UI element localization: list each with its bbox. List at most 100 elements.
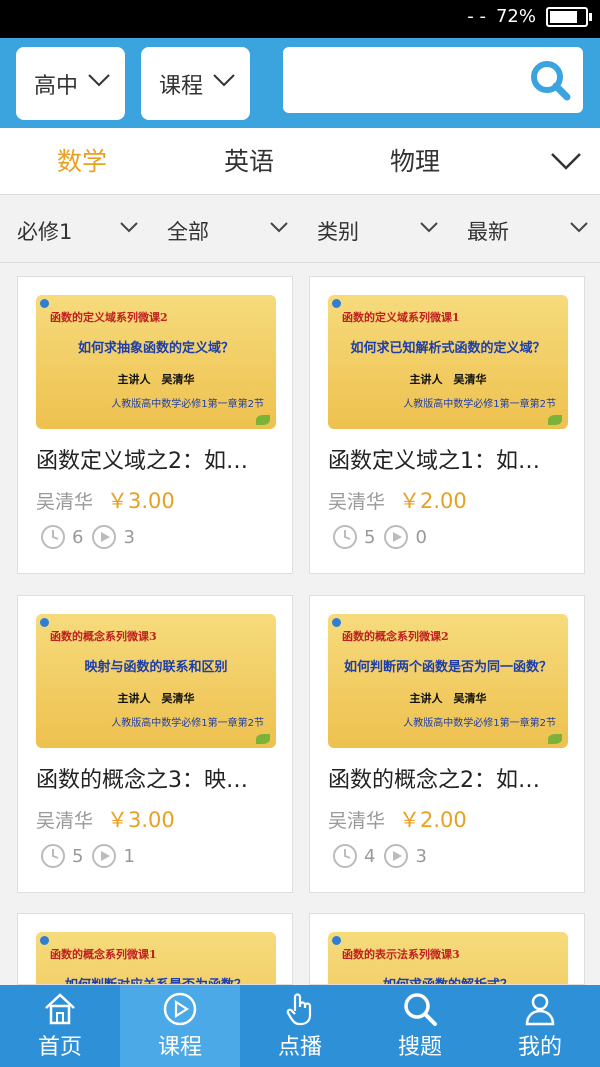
filter-sort[interactable]: 最新 bbox=[467, 216, 509, 246]
course-card[interactable]: 函数的概念系列微课2 如何判断两个函数是否为同一函数？ 主讲人 吴清华 人教版高… bbox=[309, 595, 585, 893]
thumbnail-title: 如何判断两个函数是否为同一函数？ bbox=[343, 660, 552, 675]
tab-search-questions-label: 搜题 bbox=[397, 1035, 442, 1060]
course-thumbnail: 函数的概念系列微课2 如何判断两个函数是否为同一函数？ 主讲人 吴清华 人教版高… bbox=[328, 614, 568, 748]
filter-bar: 必修1 全部 类别 最新 bbox=[0, 196, 600, 263]
chevron-down-icon[interactable] bbox=[120, 222, 138, 233]
thumbnail-title: 如何求抽象函数的定义域？ bbox=[77, 341, 234, 356]
search-icon bbox=[404, 993, 437, 1026]
level-select-value: 高中 bbox=[34, 73, 79, 99]
logo-icon bbox=[40, 618, 49, 627]
course-stats: 6 3 bbox=[40, 524, 143, 550]
tab-home-label: 首页 bbox=[37, 1035, 82, 1060]
thumbnail-lecturer: 主讲人 吴清华 bbox=[117, 373, 195, 386]
course-name: 函数定义域之2：如… bbox=[36, 449, 248, 474]
course-stats: 4 3 bbox=[332, 843, 435, 869]
course-thumbnail: 函数的概念系列微课1 如何判断对应关系是否为函数？ bbox=[36, 932, 276, 984]
course-plays: 1 bbox=[123, 845, 135, 867]
course-thumbnail: 函数的定义域系列微课1 如何求已知解析式函数的定义域？ 主讲人 吴清华 人教版高… bbox=[328, 295, 568, 429]
tab-math[interactable]: 数学 bbox=[57, 142, 107, 178]
leaf-icon bbox=[548, 734, 562, 744]
course-plays: 3 bbox=[123, 526, 135, 548]
level-select[interactable]: 高中 bbox=[16, 47, 125, 120]
chevron-down-icon[interactable] bbox=[570, 222, 588, 233]
search-input[interactable] bbox=[283, 47, 583, 113]
chevron-down-icon[interactable] bbox=[420, 222, 438, 233]
search-icon[interactable] bbox=[529, 59, 571, 101]
course-author: 吴清华 bbox=[328, 491, 386, 513]
logo-icon bbox=[332, 299, 341, 308]
tab-physics[interactable]: 物理 bbox=[390, 142, 440, 178]
leaf-icon bbox=[256, 415, 270, 425]
thumbnail-series: 函数的概念系列微课2 bbox=[342, 630, 449, 643]
thumbnail-book: 人教版高中数学必修1第一章第2节 bbox=[403, 718, 556, 729]
course-price: ￥2.00 bbox=[399, 489, 467, 513]
course-name: 函数定义域之1：如… bbox=[328, 449, 540, 474]
battery-icon bbox=[546, 6, 592, 27]
play-icon bbox=[92, 525, 117, 549]
play-circle-icon bbox=[163, 992, 197, 1026]
chevron-down-icon[interactable] bbox=[270, 222, 288, 233]
play-icon bbox=[92, 844, 117, 868]
tab-courses[interactable]: 课程 bbox=[120, 985, 240, 1067]
thumbnail-series: 函数的定义域系列微课2 bbox=[50, 311, 168, 324]
course-card[interactable]: 函数的概念系列微课3 映射与函数的联系和区别 主讲人 吴清华 人教版高中数学必修… bbox=[17, 595, 293, 893]
clock-icon bbox=[41, 844, 65, 868]
thumbnail-series: 函数的定义域系列微课1 bbox=[342, 311, 460, 324]
course-duration: 6 bbox=[72, 526, 84, 548]
course-author: 吴清华 bbox=[36, 810, 94, 832]
status-bar: - - 72% bbox=[0, 0, 600, 38]
course-thumbnail: 函数的定义域系列微课2 如何求抽象函数的定义域？ 主讲人 吴清华 人教版高中数学… bbox=[36, 295, 276, 429]
course-author: 吴清华 bbox=[36, 491, 94, 513]
bottom-tab-bar: 首页 课程 点播 搜题 我的 bbox=[0, 985, 600, 1067]
course-price: ￥3.00 bbox=[107, 808, 175, 832]
tab-courses-label: 课程 bbox=[157, 1035, 202, 1060]
type-select[interactable]: 课程 bbox=[141, 47, 250, 120]
course-card[interactable]: 函数的定义域系列微课1 如何求已知解析式函数的定义域？ 主讲人 吴清华 人教版高… bbox=[309, 276, 585, 574]
user-icon bbox=[525, 993, 555, 1026]
course-duration: 4 bbox=[364, 845, 376, 867]
course-name: 函数的概念之3：映… bbox=[36, 768, 248, 793]
chevron-down-icon bbox=[88, 74, 110, 87]
thumbnail-lecturer: 主讲人 吴清华 bbox=[117, 692, 195, 705]
course-stats: 5 0 bbox=[332, 524, 435, 550]
signal-indicator: - - bbox=[467, 6, 486, 27]
thumbnail-series: 函数的概念系列微课1 bbox=[50, 948, 157, 961]
leaf-icon bbox=[256, 734, 270, 744]
play-icon bbox=[384, 844, 409, 868]
expand-subjects-icon[interactable] bbox=[550, 152, 582, 170]
thumbnail-title: 如何求函数的解析式？ bbox=[328, 974, 568, 984]
logo-icon bbox=[332, 618, 341, 627]
thumbnail-title: 如何求已知解析式函数的定义域？ bbox=[350, 341, 546, 356]
tab-search-questions[interactable]: 搜题 bbox=[360, 985, 480, 1067]
chevron-down-icon bbox=[213, 74, 235, 87]
course-author: 吴清华 bbox=[328, 810, 386, 832]
course-duration: 5 bbox=[364, 526, 376, 548]
hand-pointer-icon bbox=[286, 993, 312, 1026]
filter-textbook[interactable]: 必修1 bbox=[17, 216, 72, 246]
tab-ondemand[interactable]: 点播 bbox=[240, 985, 360, 1067]
thumbnail-book: 人教版高中数学必修1第一章第2节 bbox=[403, 399, 556, 410]
course-thumbnail: 函数的概念系列微课3 映射与函数的联系和区别 主讲人 吴清华 人教版高中数学必修… bbox=[36, 614, 276, 748]
battery-percent: 72% bbox=[495, 6, 536, 27]
course-card[interactable]: 函数的概念系列微课1 如何判断对应关系是否为函数？ bbox=[17, 913, 293, 985]
type-select-value: 课程 bbox=[159, 73, 204, 99]
course-duration: 5 bbox=[72, 845, 84, 867]
clock-icon bbox=[333, 525, 357, 549]
thumbnail-title: 如何判断对应关系是否为函数？ bbox=[36, 974, 276, 984]
subject-tabs: 数学 英语 物理 bbox=[0, 128, 600, 195]
tab-profile[interactable]: 我的 bbox=[480, 985, 600, 1067]
course-card[interactable]: 函数的表示法系列微课3 如何求函数的解析式？ bbox=[309, 913, 585, 985]
filter-chapter[interactable]: 全部 bbox=[167, 216, 209, 246]
logo-icon bbox=[40, 936, 49, 945]
filter-category[interactable]: 类别 bbox=[317, 216, 359, 246]
course-card[interactable]: 函数的定义域系列微课2 如何求抽象函数的定义域？ 主讲人 吴清华 人教版高中数学… bbox=[17, 276, 293, 574]
tab-home[interactable]: 首页 bbox=[0, 985, 120, 1067]
home-icon bbox=[45, 993, 75, 1025]
tab-english[interactable]: 英语 bbox=[224, 142, 274, 178]
thumbnail-book: 人教版高中数学必修1第一章第2节 bbox=[111, 718, 264, 729]
tab-ondemand-label: 点播 bbox=[277, 1035, 322, 1060]
header: 高中 课程 bbox=[0, 38, 600, 128]
clock-icon bbox=[41, 525, 65, 549]
course-stats: 5 1 bbox=[40, 843, 143, 869]
logo-icon bbox=[40, 299, 49, 308]
